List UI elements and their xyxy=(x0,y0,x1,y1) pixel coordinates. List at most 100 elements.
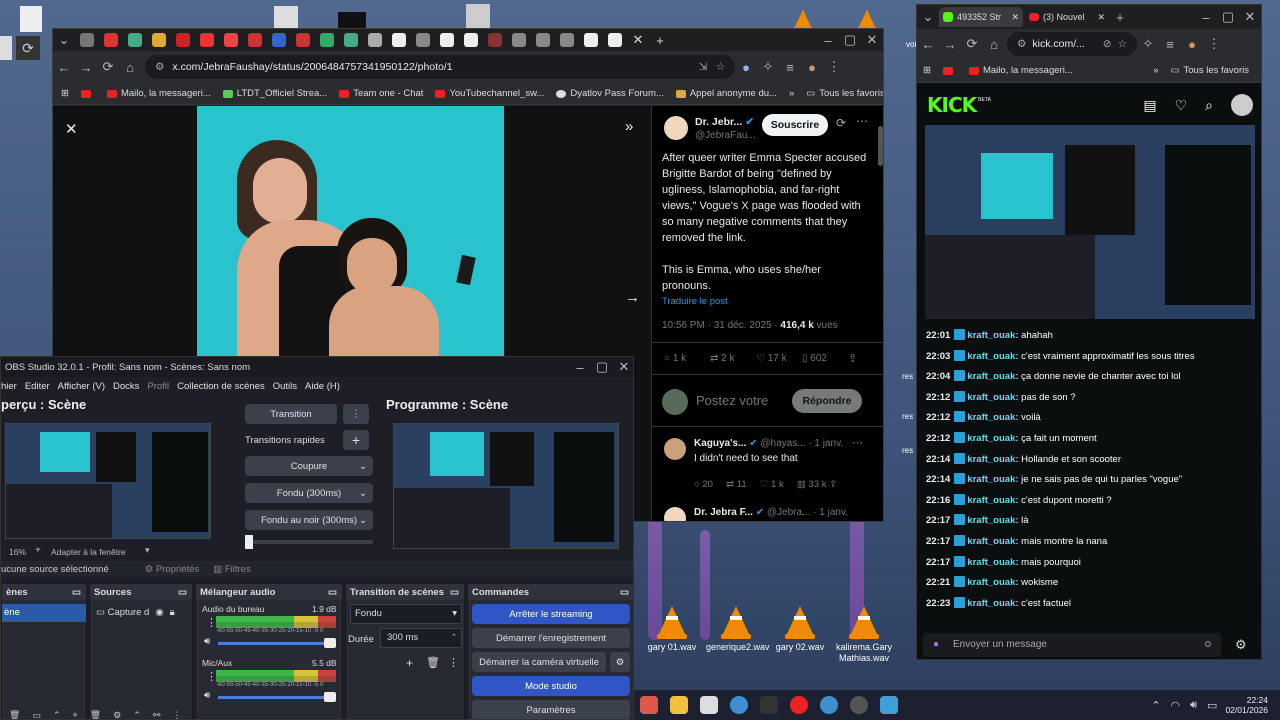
forward-icon[interactable]: → xyxy=(939,37,961,52)
slider-handle[interactable] xyxy=(324,692,336,702)
avatar[interactable] xyxy=(664,438,686,460)
tweet-photo[interactable] xyxy=(197,106,504,366)
emoji-icon[interactable]: ☺ xyxy=(1203,633,1213,657)
settings-button[interactable]: Paramètres xyxy=(472,700,630,719)
mixer2-volume-slider[interactable] xyxy=(218,696,334,699)
tab-favicon-icon[interactable] xyxy=(608,33,622,47)
tab-favicon-icon[interactable] xyxy=(416,33,430,47)
app-icon[interactable] xyxy=(760,696,778,714)
home-icon[interactable]: ⌂ xyxy=(983,37,1005,52)
clock[interactable]: 22:24 02/01/2026 xyxy=(1225,695,1268,715)
tab-kick[interactable]: 493352 Str ✕ xyxy=(939,7,1023,27)
all-bookmarks[interactable]: ▭ Tous les favoris xyxy=(1171,65,1249,76)
chat-username[interactable]: kraft_ouak: xyxy=(967,577,1018,588)
bookmark-mailo[interactable]: Mailo, la messageri... xyxy=(106,88,211,99)
close-tab-icon[interactable]: ✕ xyxy=(1011,12,1019,23)
tab-search-icon[interactable]: ⌄ xyxy=(917,9,939,25)
dock-menu-icon[interactable]: ▭ xyxy=(72,587,81,598)
file-icon[interactable] xyxy=(466,4,490,30)
fit-window[interactable]: Adapter à la fenêtre xyxy=(51,547,126,557)
retweet-count[interactable]: ⇄ 2 k xyxy=(710,353,735,364)
file-icon[interactable] xyxy=(20,6,42,32)
bookmark-mailo[interactable]: Mailo, la messageri... xyxy=(968,65,1073,76)
menu-icon[interactable]: ⋮ xyxy=(1203,36,1225,52)
tab-favicon-icon[interactable] xyxy=(200,33,214,47)
chat-username[interactable]: kraft_ouak: xyxy=(967,474,1018,485)
chevron-up-icon[interactable]: ⌃ xyxy=(53,710,61,720)
bookmark-teamone[interactable]: Team one - Chat xyxy=(339,88,423,99)
apps-icon[interactable]: ⊞ xyxy=(61,88,69,99)
scrollbar[interactable] xyxy=(878,126,883,166)
bookmark-appel[interactable]: Appel anonyme du... xyxy=(675,88,777,99)
bookmark-youtube[interactable] xyxy=(942,66,957,75)
apps-icon[interactable]: ⊞ xyxy=(923,65,931,76)
tweet-handle[interactable]: @JebraFau... xyxy=(695,130,756,141)
tab-youtube[interactable]: (3) Nouvel ✕ xyxy=(1025,7,1109,27)
menu-profile[interactable]: Profil xyxy=(147,381,169,392)
slider-handle[interactable] xyxy=(324,638,336,648)
chat-username[interactable]: kraft_ouak: xyxy=(967,392,1018,403)
reply1-name[interactable]: Kaguya's... xyxy=(694,438,746,449)
chevron-down-icon[interactable]: ▾ xyxy=(145,545,150,556)
eye-icon[interactable]: ◉ xyxy=(155,604,163,622)
reply1-handle[interactable]: @hayas... xyxy=(760,438,805,449)
chevron-up-icon[interactable]: ⌃ xyxy=(133,710,141,720)
copy-icon[interactable]: ▭ xyxy=(32,710,41,720)
share-icon[interactable]: ⇪ xyxy=(848,352,857,365)
avatar[interactable] xyxy=(662,389,688,415)
grok-icon[interactable]: ⟳ xyxy=(836,116,846,130)
tab-favicon-icon[interactable] xyxy=(392,33,406,47)
extension-icon[interactable]: ● xyxy=(735,60,757,75)
bookmark-dyatlov[interactable]: Dyatlov Pass Forum... xyxy=(556,88,664,99)
tab-favicon-icon[interactable] xyxy=(344,33,358,47)
avatar[interactable] xyxy=(1231,94,1253,116)
kick-logo[interactable]: KICK xyxy=(927,93,977,117)
tab-favicon-icon[interactable] xyxy=(464,33,478,47)
chat-username[interactable]: kraft_ouak: xyxy=(967,598,1018,609)
fade-black-button[interactable]: Fondu au noir (300ms) ⌄ xyxy=(245,510,373,530)
trash-icon[interactable]: 🗑︎ xyxy=(90,710,101,720)
t-bar-slider[interactable] xyxy=(245,540,373,544)
address-bar[interactable]: ⚙ x.com/JebraFaushay/status/200648475734… xyxy=(145,55,735,79)
menu-docks[interactable]: Docks xyxy=(113,381,139,392)
desktop-file-gary01[interactable]: gary 01.wav xyxy=(642,606,702,653)
close-window-icon[interactable]: ✕ xyxy=(1239,9,1261,25)
search-icon[interactable]: ⌕ xyxy=(1205,97,1213,114)
tab-favicon-icon[interactable] xyxy=(128,33,142,47)
menu-tools[interactable]: Outils xyxy=(273,381,297,392)
tab-favicon-icon[interactable] xyxy=(224,33,238,47)
tab-search-icon[interactable]: ⌄ xyxy=(53,32,75,48)
tweet-author[interactable]: Dr. Jebr... ✔ xyxy=(695,116,754,128)
chat-input[interactable]: ● Envoyer un message ☺ xyxy=(923,633,1221,657)
tab-favicon-icon[interactable] xyxy=(296,33,310,47)
options-icon[interactable]: ⋮ xyxy=(172,710,181,720)
dock-menu-icon[interactable]: ▭ xyxy=(178,587,187,598)
reply-input[interactable]: Postez votre xyxy=(696,393,768,408)
chat-username[interactable]: kraft_ouak: xyxy=(967,371,1018,382)
minimize-icon[interactable]: – xyxy=(1195,10,1217,25)
maximize-icon[interactable]: ▢ xyxy=(591,359,613,375)
site-info-icon[interactable]: ⚙ xyxy=(1017,38,1026,50)
add-transition-icon[interactable]: + xyxy=(406,656,413,670)
mic-icon[interactable]: ● xyxy=(933,633,939,657)
tab-favicon-icon[interactable] xyxy=(440,33,454,47)
back-icon[interactable]: ← xyxy=(53,60,75,75)
chat-username[interactable]: kraft_ouak: xyxy=(967,557,1018,568)
back-icon[interactable]: ← xyxy=(917,37,939,52)
heart-icon[interactable]: ♡ xyxy=(760,479,769,490)
bookmark-count[interactable]: ▯ 602 xyxy=(802,353,827,364)
translate-link[interactable]: Traduire le post xyxy=(662,296,728,307)
filters-button[interactable]: ▥ Filtres xyxy=(213,564,251,575)
preview-canvas[interactable] xyxy=(5,423,211,539)
all-bookmarks[interactable]: ▭ Tous les favoris xyxy=(806,88,883,99)
more-bookmarks-icon[interactable]: » xyxy=(1153,65,1158,76)
like-count[interactable]: ♡ 17 k xyxy=(756,353,787,364)
desktop-file-kalirema[interactable]: kalirema.Gary Mathias.wav xyxy=(834,606,894,664)
avatar[interactable] xyxy=(664,507,686,521)
lock-icon[interactable]: 🔒︎ xyxy=(170,604,175,622)
extensions-icon[interactable]: ✧ xyxy=(1137,36,1159,52)
heart-icon[interactable]: ♡ xyxy=(1175,97,1188,114)
chrome-icon[interactable] xyxy=(820,696,838,714)
dock-menu-icon[interactable]: ▭ xyxy=(328,587,337,598)
t-bar-handle[interactable] xyxy=(245,535,253,549)
